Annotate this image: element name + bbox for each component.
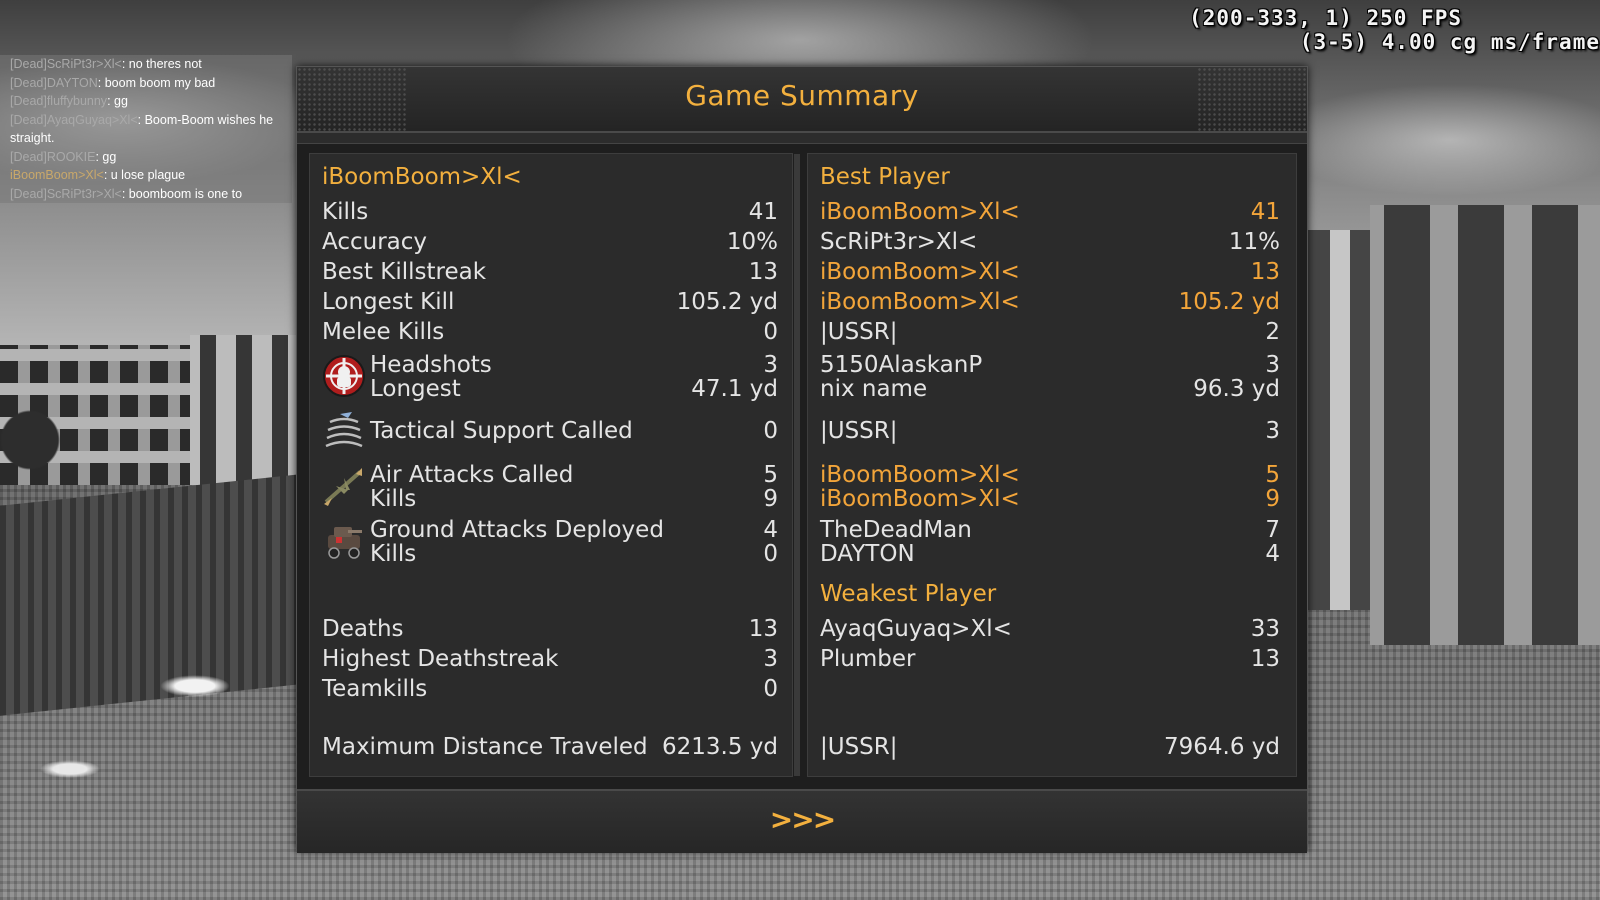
weakest-player-header: Weakest Player	[820, 581, 997, 607]
stat-row-kills: Kills 41	[322, 199, 778, 225]
best-row-air-kills: iBoomBoom>Xl< 9	[820, 486, 1280, 512]
chat-line: [Dead]ScRiPt3r>Xl<: no theres not	[10, 57, 202, 71]
best-row-distance: |USSR| 7964.6 yd	[820, 734, 1280, 760]
chat-line: [Dead]DAYTON: boom boom my bad	[10, 75, 216, 90]
stat-row-air-kills: Kills 9	[370, 486, 778, 512]
player-stats-column: iBoomBoom>Xl< Kills 41 Accuracy 10% Best…	[309, 153, 800, 777]
title-bar: Game Summary	[297, 67, 1307, 133]
fps-readout: (200-333, 1) 250 FPS	[1189, 6, 1462, 30]
chat-line: iBoomBoom>Xl<: u lose plague	[10, 168, 186, 182]
chat-line: [Dead]AyaqGuyaq>Xl<: Boom-Boom wishes he…	[10, 112, 274, 146]
chat-line: [Dead]fluffybunny: gg	[10, 94, 128, 108]
stat-row-longest-kill: Longest Kill 105.2 yd	[322, 289, 778, 315]
player-name: iBoomBoom>Xl<	[322, 164, 522, 190]
stat-row-tactical: Tactical Support Called 0	[370, 418, 778, 444]
weakest-row-deaths: AyaqGuyaq>Xl< 33	[820, 616, 1280, 642]
stat-row-deathstreak: Highest Deathstreak 3	[322, 646, 778, 672]
stat-row-accuracy: Accuracy 10%	[322, 229, 778, 255]
stat-row-melee: Melee Kills 0	[322, 319, 778, 345]
rooftop-fence	[0, 474, 300, 716]
stat-row-ground-kills: Kills 0	[370, 541, 778, 567]
stat-row-distance: Maximum Distance Traveled 6213.5 yd	[322, 734, 778, 760]
column-divider	[794, 154, 800, 776]
chat-line: [Dead]ROOKIE: gg	[10, 149, 117, 164]
performance-readout: (200-333, 1) 250 FPS (3-5) 4.00 cg ms/fr…	[1189, 6, 1600, 54]
best-row-killstreak: iBoomBoom>Xl< 13	[820, 259, 1280, 285]
game-summary-panel: Game Summary iBoomBoom>Xl< Kills 41 Accu…	[296, 66, 1308, 853]
best-row-tactical: |USSR| 3	[820, 418, 1280, 444]
snow-patch	[40, 760, 100, 778]
best-row-kills: iBoomBoom>Xl< 41	[820, 199, 1280, 225]
panel-title: Game Summary	[685, 79, 919, 112]
best-row-ground-kills: DAYTON 4	[820, 541, 1280, 567]
panel-footer: >>>	[297, 789, 1307, 853]
next-button[interactable]: >>>	[756, 801, 848, 838]
title-divider	[297, 133, 1307, 144]
building-left-near	[190, 335, 300, 485]
building-right	[1370, 205, 1600, 645]
best-row-headshot-longest: nix name 96.3 yd	[820, 376, 1280, 402]
player-name-row: iBoomBoom>Xl<	[310, 162, 792, 192]
stat-row-headshot-longest: Longest 47.1 yd	[370, 376, 778, 402]
best-row-melee: |USSR| 2	[820, 319, 1280, 345]
chat-log: [Dead]ScRiPt3r>Xl<: no theres not [Dead]…	[0, 55, 292, 203]
tree	[0, 400, 60, 490]
best-row-longest-kill: iBoomBoom>Xl< 105.2 yd	[820, 289, 1280, 315]
best-player-header: Best Player	[820, 164, 950, 190]
stat-row-deaths: Deaths 13	[322, 616, 778, 642]
stat-row-teamkills: Teamkills 0	[322, 676, 778, 702]
snow-patch	[160, 675, 230, 697]
frame-time-readout: (3-5) 4.00 cg ms/frame	[1299, 30, 1600, 54]
chat-line: [Dead]ScRiPt3r>Xl<: boomboom is one to	[10, 186, 243, 201]
stat-row-killstreak: Best Killstreak 13	[322, 259, 778, 285]
weakest-row-deathstreak: Plumber 13	[820, 646, 1280, 672]
best-players-column: Best Player iBoomBoom>Xl< 41 ScRiPt3r>Xl…	[807, 153, 1297, 777]
best-row-accuracy: ScRiPt3r>Xl< 11%	[820, 229, 1280, 255]
